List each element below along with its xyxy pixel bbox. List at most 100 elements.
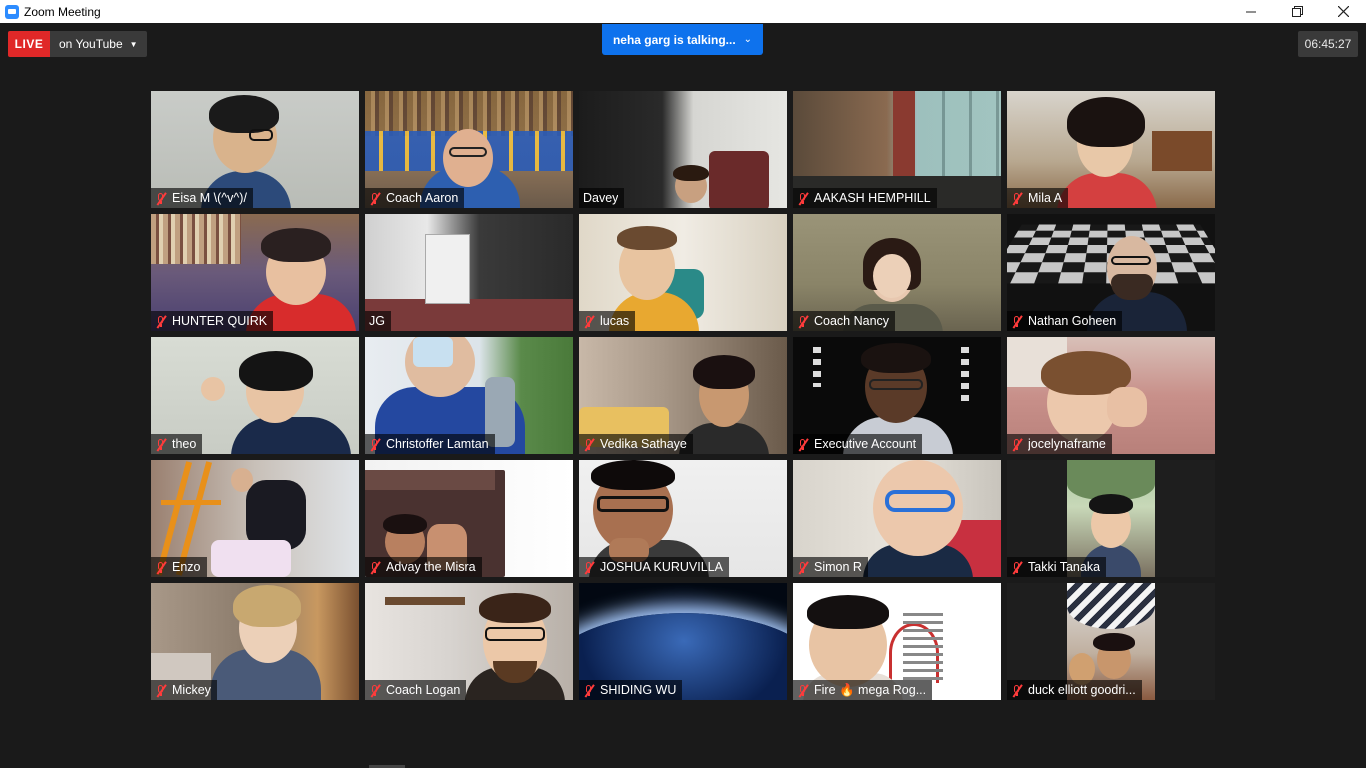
participant-name: jocelynaframe [1028, 437, 1106, 451]
window-title: Zoom Meeting [24, 4, 101, 19]
live-stream-indicator[interactable]: LIVE on YouTube ▼ [8, 31, 147, 57]
participant-name-tag: duck elliott goodri... [1007, 680, 1142, 700]
participant-name-tag: JOSHUA KURUVILLA [579, 557, 729, 577]
participant-tile[interactable]: jocelynaframe [1007, 337, 1215, 454]
muted-mic-icon [155, 191, 167, 205]
participant-tile[interactable]: Enzo [151, 460, 359, 577]
close-button[interactable] [1320, 0, 1366, 23]
participant-tile[interactable]: Takki Tanaka [1007, 460, 1215, 577]
participant-name-tag: Davey [579, 188, 625, 208]
participant-tile[interactable]: SHIDING WU [579, 583, 787, 700]
participant-name: Eisa M \(^v^)/ [172, 191, 247, 205]
participant-name-tag: Fire 🔥 mega Rog... [793, 680, 933, 700]
meeting-timer: 06:45:27 [1298, 31, 1358, 57]
participant-tile[interactable]: Coach Nancy [793, 214, 1001, 331]
muted-mic-icon [155, 314, 167, 328]
muted-mic-icon [797, 683, 809, 697]
participant-tile[interactable]: Vedika Sathaye [579, 337, 787, 454]
participant-name: Fire 🔥 mega Rog... [814, 682, 927, 697]
restore-button[interactable] [1274, 0, 1320, 23]
muted-mic-icon [583, 437, 595, 451]
muted-mic-icon [797, 314, 809, 328]
participant-tile[interactable]: Mickey [151, 583, 359, 700]
participant-name-tag: Coach Nancy [793, 311, 896, 331]
participant-name-tag: lucas [579, 311, 636, 331]
participant-tile[interactable]: Advay the Misra [365, 460, 573, 577]
muted-mic-icon [369, 191, 381, 205]
participant-name-tag: Simon R [793, 557, 868, 577]
participant-name-tag: theo [151, 434, 203, 454]
participant-name-tag: jocelynaframe [1007, 434, 1112, 454]
live-badge: LIVE [8, 31, 50, 57]
muted-mic-icon [1011, 683, 1023, 697]
muted-mic-icon [583, 314, 595, 328]
participant-tile[interactable]: duck elliott goodri... [1007, 583, 1215, 700]
participant-name-tag: Coach Logan [365, 680, 467, 700]
video-feed [365, 214, 573, 331]
participant-name: Executive Account [814, 437, 917, 451]
participant-tile[interactable]: Coach Logan [365, 583, 573, 700]
muted-mic-icon [155, 683, 167, 697]
participant-name-tag: JG [365, 311, 391, 331]
active-speaker-banner[interactable]: neha garg is talking... ⌄ [602, 24, 763, 55]
muted-mic-icon [1011, 437, 1023, 451]
participant-tile[interactable]: Davey [579, 91, 787, 208]
participant-name-tag: Executive Account [793, 434, 923, 454]
window-titlebar: Zoom Meeting [0, 0, 1366, 23]
participant-name: Christoffer Lamtan [386, 437, 489, 451]
participant-tile[interactable]: HUNTER QUIRK [151, 214, 359, 331]
participant-tile[interactable]: Fire 🔥 mega Rog... [793, 583, 1001, 700]
participant-name: Mila A [1028, 191, 1063, 205]
participant-tile[interactable]: Coach Aaron [365, 91, 573, 208]
minimize-icon [1246, 11, 1256, 12]
participant-tile[interactable]: Mila A [1007, 91, 1215, 208]
live-destination-dropdown[interactable]: on YouTube ▼ [50, 31, 147, 57]
participant-name-tag: Advay the Misra [365, 557, 482, 577]
participant-name-tag: Nathan Goheen [1007, 311, 1123, 331]
muted-mic-icon [583, 683, 595, 697]
participant-name: Davey [583, 191, 619, 205]
participant-tile[interactable]: Christoffer Lamtan [365, 337, 573, 454]
participant-name: SHIDING WU [600, 683, 677, 697]
participant-tile[interactable]: Eisa M \(^v^)/ [151, 91, 359, 208]
participant-name: HUNTER QUIRK [172, 314, 268, 328]
participant-name-tag: Eisa M \(^v^)/ [151, 188, 253, 208]
participant-tile[interactable]: Nathan Goheen [1007, 214, 1215, 331]
participant-name: Advay the Misra [386, 560, 476, 574]
muted-mic-icon [1011, 314, 1023, 328]
muted-mic-icon [797, 560, 809, 574]
muted-mic-icon [797, 437, 809, 451]
caret-down-icon: ▼ [129, 39, 138, 49]
participant-name: Coach Logan [386, 683, 461, 697]
zoom-app-icon [5, 4, 19, 19]
participant-name: Coach Nancy [814, 314, 890, 328]
close-icon [1337, 6, 1349, 17]
participant-name: JG [369, 314, 385, 328]
participant-tile[interactable]: AAKASH HEMPHILL [793, 91, 1001, 208]
participant-name-tag: Takki Tanaka [1007, 557, 1107, 577]
live-destination-label: on YouTube [59, 37, 123, 51]
participant-name-tag: Mila A [1007, 188, 1069, 208]
participant-tile[interactable]: Simon R [793, 460, 1001, 577]
participant-name: Coach Aaron [386, 191, 459, 205]
participant-name: AAKASH HEMPHILL [814, 191, 931, 205]
participant-tile[interactable]: Executive Account [793, 337, 1001, 454]
muted-mic-icon [369, 683, 381, 697]
participant-name-tag: SHIDING WU [579, 680, 683, 700]
participant-name-tag: Vedika Sathaye [579, 434, 693, 454]
participant-name: Nathan Goheen [1028, 314, 1117, 328]
muted-mic-icon [1011, 560, 1023, 574]
participant-tile[interactable]: theo [151, 337, 359, 454]
participant-name-tag: HUNTER QUIRK [151, 311, 274, 331]
participant-name-tag: Mickey [151, 680, 217, 700]
participant-tile[interactable]: JG [365, 214, 573, 331]
active-speaker-label: neha garg is talking... [612, 32, 736, 47]
muted-mic-icon [1011, 191, 1023, 205]
participant-name: Simon R [814, 560, 862, 574]
minimize-button[interactable] [1228, 0, 1274, 23]
participant-tile[interactable]: JOSHUA KURUVILLA [579, 460, 787, 577]
participant-name: Takki Tanaka [1028, 560, 1101, 574]
participant-tile[interactable]: lucas [579, 214, 787, 331]
muted-mic-icon [155, 437, 167, 451]
muted-mic-icon [369, 560, 381, 574]
